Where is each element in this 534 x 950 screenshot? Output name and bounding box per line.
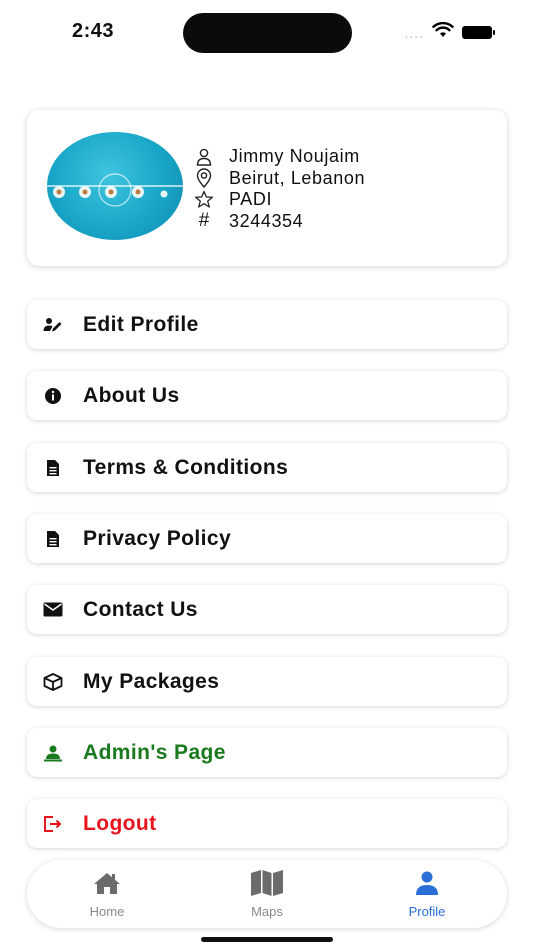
status-icons: ....: [404, 21, 495, 43]
profile-info: Jimmy Noujaim Beirut, Lebanon PADI # 324…: [193, 146, 365, 232]
tab-profile[interactable]: Profile: [382, 868, 472, 924]
profile-number-row: # 3244354: [193, 210, 365, 233]
document-icon: [43, 458, 63, 478]
map-icon: [250, 868, 284, 898]
tab-maps-label: Maps: [251, 904, 283, 919]
edit-user-icon: [43, 315, 63, 335]
edit-profile-label: Edit Profile: [83, 312, 199, 336]
hash-icon: #: [198, 210, 210, 232]
info-icon: [43, 386, 63, 406]
privacy-policy-button[interactable]: Privacy Policy: [27, 514, 507, 563]
logout-label: Logout: [83, 811, 157, 835]
dynamic-island: [183, 13, 352, 53]
document-icon: [43, 529, 63, 549]
profile-agency: PADI: [229, 189, 273, 210]
wifi-icon: [432, 21, 454, 43]
profile-name-row: Jimmy Noujaim: [193, 146, 365, 168]
privacy-policy-label: Privacy Policy: [83, 526, 232, 550]
my-packages-button[interactable]: My Packages: [27, 657, 507, 706]
location-pin-icon: [193, 168, 215, 189]
battery-icon: [462, 26, 495, 39]
home-indicator: [201, 937, 333, 942]
contact-us-button[interactable]: Contact Us: [27, 585, 507, 634]
terms-conditions-label: Terms & Conditions: [83, 455, 289, 479]
profile-agency-row: PADI: [193, 189, 365, 211]
tab-profile-label: Profile: [408, 904, 446, 919]
envelope-icon: [43, 600, 63, 620]
user-icon: [415, 868, 439, 898]
tab-maps[interactable]: Maps: [222, 868, 312, 924]
logout-button[interactable]: Logout: [27, 799, 507, 848]
admin-page-button[interactable]: Admin's Page: [27, 728, 507, 777]
my-packages-label: My Packages: [83, 669, 220, 693]
signal-dots-icon: ....: [404, 24, 424, 41]
profile-location: Beirut, Lebanon: [229, 167, 366, 188]
person-icon: [193, 147, 215, 167]
edit-profile-button[interactable]: Edit Profile: [27, 300, 507, 349]
profile-name: Jimmy Noujaim: [229, 146, 360, 167]
terms-conditions-button[interactable]: Terms & Conditions: [27, 443, 507, 492]
about-us-button[interactable]: About Us: [27, 371, 507, 420]
star-icon: [193, 190, 215, 210]
avatar[interactable]: [47, 132, 183, 240]
profile-number: 3244354: [229, 210, 304, 231]
profile-location-row: Beirut, Lebanon: [193, 168, 365, 190]
tab-home[interactable]: Home: [62, 868, 152, 924]
admin-page-label: Admin's Page: [83, 740, 226, 764]
contact-us-label: Contact Us: [83, 597, 198, 621]
status-time: 2:43: [72, 20, 115, 42]
logout-icon: [43, 814, 63, 834]
status-bar: 2:43 ....: [0, 0, 534, 64]
package-icon: [43, 672, 63, 692]
about-us-label: About Us: [83, 383, 180, 407]
admin-user-icon: [43, 743, 63, 763]
home-icon: [92, 868, 122, 898]
tab-home-label: Home: [89, 904, 125, 919]
tab-bar: Home Maps Profile: [27, 860, 507, 928]
profile-card: Jimmy Noujaim Beirut, Lebanon PADI # 324…: [27, 110, 507, 266]
